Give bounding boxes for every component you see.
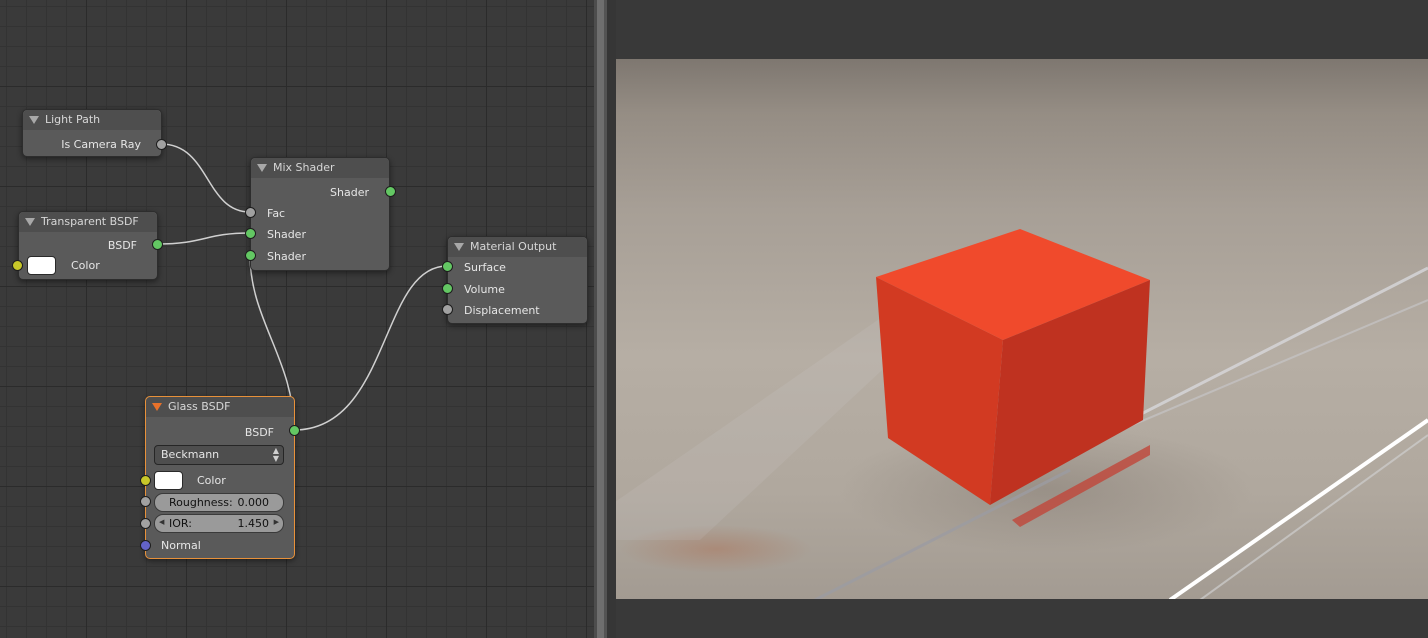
- is-camera-ray-label: Is Camera Ray: [61, 138, 141, 151]
- mix-shader-header[interactable]: Mix Shader: [251, 158, 389, 178]
- mix-fac-label: Fac: [267, 207, 286, 220]
- transparent-bsdf-output-socket[interactable]: [152, 239, 163, 250]
- ior-field[interactable]: ◀ IOR: 1.450 ▶: [154, 514, 284, 533]
- increment-arrow-icon[interactable]: ▶: [274, 518, 279, 526]
- glass-color-swatch[interactable]: [154, 471, 183, 490]
- mix-shader-output-label: Shader: [330, 186, 369, 199]
- mix-shader-input2-label: Shader: [267, 250, 306, 263]
- collapse-triangle-icon[interactable]: [152, 403, 162, 411]
- roughness-field[interactable]: Roughness: 0.000: [154, 493, 284, 512]
- light-path-node[interactable]: Light Path Is Camera Ray: [22, 109, 162, 157]
- mix-shader-output-socket[interactable]: [385, 186, 396, 197]
- displacement-label: Displacement: [464, 304, 540, 317]
- collapse-triangle-icon[interactable]: [454, 243, 464, 251]
- link-glass-to-output: [293, 265, 448, 431]
- transparent-color-socket[interactable]: [12, 260, 23, 271]
- material-output-header[interactable]: Material Output: [448, 237, 587, 257]
- material-output-title: Material Output: [470, 240, 557, 253]
- ior-value: 1.450: [237, 517, 270, 530]
- updown-arrows-icon: ▲ ▼: [272, 446, 279, 463]
- node-editor[interactable]: Light Path Is Camera Ray Transparent BSD…: [0, 0, 594, 638]
- light-path-header[interactable]: Light Path: [23, 110, 161, 130]
- normal-label: Normal: [161, 539, 201, 552]
- transparent-bsdf-title: Transparent BSDF: [41, 215, 139, 228]
- mix-fac-socket[interactable]: [245, 207, 256, 218]
- glass-edge-bright-2: [1199, 434, 1428, 599]
- roughness-socket[interactable]: [140, 496, 151, 507]
- glass-color-socket[interactable]: [140, 475, 151, 486]
- glass-bsdf-header[interactable]: Glass BSDF: [146, 397, 294, 417]
- glass-color-label: Color: [197, 474, 226, 487]
- surface-socket[interactable]: [442, 261, 453, 272]
- rendered-image: [616, 59, 1428, 599]
- displacement-socket[interactable]: [442, 304, 453, 315]
- glass-bsdf-output-socket[interactable]: [289, 425, 300, 436]
- area-divider[interactable]: [594, 0, 616, 638]
- render-viewport[interactable]: [616, 0, 1428, 638]
- link-camera-to-fac: [160, 143, 251, 213]
- material-output-node[interactable]: Material Output Surface Volume Displacem…: [447, 236, 588, 324]
- glass-bsdf-node[interactable]: Glass BSDF BSDF Beckmann ▲ ▼ Color Roughn…: [145, 396, 295, 559]
- collapse-triangle-icon[interactable]: [25, 218, 35, 226]
- distribution-value: Beckmann: [161, 448, 220, 461]
- transparent-bsdf-header[interactable]: Transparent BSDF: [19, 212, 157, 232]
- ior-label: IOR:: [169, 517, 192, 530]
- surface-label: Surface: [464, 261, 506, 274]
- glass-edge-bright: [1168, 418, 1428, 599]
- transparent-color-swatch[interactable]: [27, 256, 56, 275]
- roughness-label: Roughness:: [169, 496, 233, 509]
- collapse-triangle-icon[interactable]: [257, 164, 267, 172]
- glass-bsdf-title: Glass BSDF: [168, 400, 231, 413]
- is-camera-ray-socket[interactable]: [156, 139, 167, 150]
- glass-edge-lower: [814, 468, 1071, 599]
- mix-shader-title: Mix Shader: [273, 161, 335, 174]
- rendered-scene: [616, 229, 1428, 599]
- mix-shader-input2-socket[interactable]: [245, 250, 256, 261]
- mix-shader-node[interactable]: Mix Shader Shader Fac Shader Shader: [250, 157, 390, 271]
- decrement-arrow-icon[interactable]: ◀: [159, 518, 164, 526]
- distribution-dropdown[interactable]: Beckmann ▲ ▼: [154, 445, 284, 465]
- ior-socket[interactable]: [140, 518, 151, 529]
- volume-label: Volume: [464, 283, 505, 296]
- transparent-color-label: Color: [71, 259, 100, 272]
- light-path-title: Light Path: [45, 113, 101, 126]
- transparent-bsdf-node[interactable]: Transparent BSDF BSDF Color: [18, 211, 158, 280]
- link-transparent-to-shader: [156, 232, 251, 245]
- glass-bsdf-output-label: BSDF: [244, 426, 274, 439]
- mix-shader-input1-label: Shader: [267, 228, 306, 241]
- transparent-bsdf-output-label: BSDF: [107, 239, 137, 252]
- normal-socket[interactable]: [140, 540, 151, 551]
- volume-socket[interactable]: [442, 283, 453, 294]
- collapse-triangle-icon[interactable]: [29, 116, 39, 124]
- roughness-value: 0.000: [237, 496, 270, 509]
- mix-shader-input1-socket[interactable]: [245, 228, 256, 239]
